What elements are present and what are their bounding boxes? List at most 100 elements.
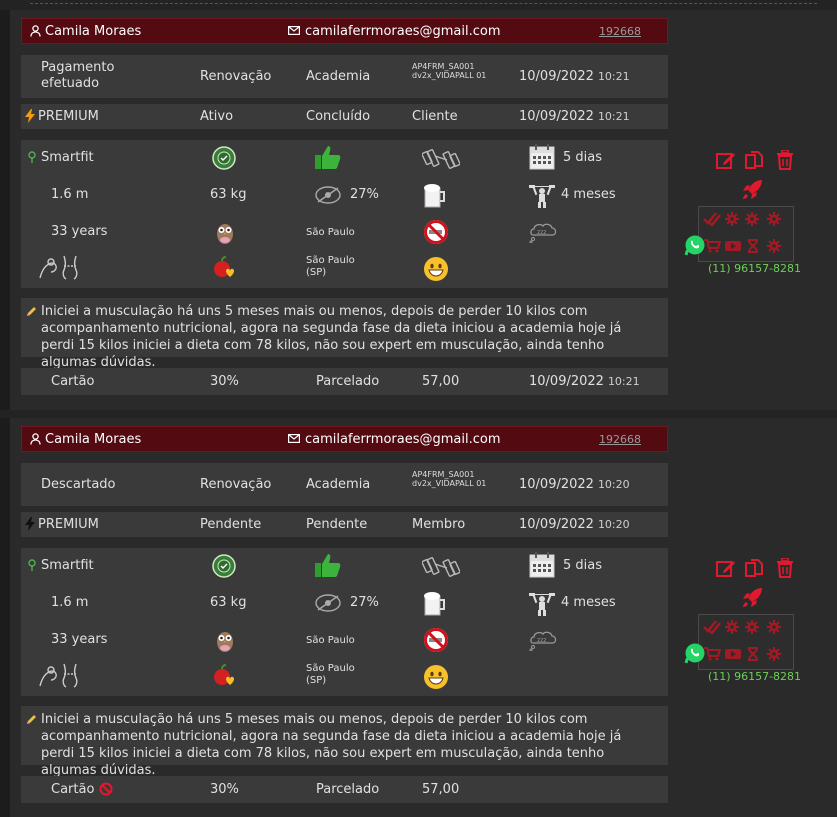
plan-time: 10:21 <box>597 110 630 123</box>
hourglass-icon[interactable] <box>747 239 759 253</box>
body-fat: 27% <box>350 187 379 202</box>
payment-amount: 57,00 <box>422 374 460 389</box>
payment-method: Cartão <box>51 374 95 389</box>
sleep-icon: zzz <box>529 629 557 651</box>
plan-row: PREMIUM Ativo Concluído Cliente 10/09/20… <box>21 104 668 129</box>
user-icon <box>30 25 41 37</box>
gear-icon[interactable] <box>767 212 781 226</box>
copy-icon[interactable] <box>744 150 764 170</box>
payment-mode: Parcelado <box>316 782 380 797</box>
location-pin-icon <box>28 559 36 571</box>
training-months: 4 meses <box>561 595 616 610</box>
svg-text:zzz: zzz <box>537 229 546 236</box>
owl-icon <box>215 220 235 246</box>
campaign-code: AP4FRM_SA001 dv2x_VIDAPALL 01 <box>412 470 487 488</box>
height-value: 1.6 m <box>51 595 89 610</box>
gear-icon[interactable] <box>767 620 781 634</box>
whatsapp-icon[interactable] <box>684 642 705 664</box>
svg-text:zzz: zzz <box>537 637 546 644</box>
beer-mug-icon <box>422 182 448 208</box>
copy-icon[interactable] <box>744 558 764 578</box>
plan-state: Pendente <box>200 517 262 532</box>
smile-emoji-icon <box>423 664 449 690</box>
no-smoking-icon <box>423 219 449 245</box>
dumbbell-icon <box>422 554 460 578</box>
status-time: 10:21 <box>597 70 630 83</box>
whatsapp-icon[interactable] <box>684 234 705 256</box>
body-measure-icon <box>38 662 80 688</box>
edit-icon[interactable] <box>716 558 736 578</box>
gear-icon[interactable] <box>767 239 781 253</box>
user-icon <box>30 433 41 445</box>
height-value: 1.6 m <box>51 187 89 202</box>
city: São Paulo <box>306 635 355 646</box>
lightning-icon <box>25 517 35 531</box>
location-pin-icon <box>28 151 36 163</box>
sleep-icon: zzz <box>529 221 557 243</box>
gear-icon[interactable] <box>767 647 781 661</box>
status-time: 10:20 <box>597 478 630 491</box>
apple-heart-icon <box>212 256 236 280</box>
weight-value: 63 kg <box>210 187 247 202</box>
client-id-link[interactable]: 192668 <box>599 433 641 446</box>
plan-date: 10/09/2022 <box>519 517 594 532</box>
city: São Paulo <box>306 227 355 238</box>
video-icon[interactable] <box>724 239 742 253</box>
duration-days: 5 dias <box>563 558 603 573</box>
body-fat: 27% <box>350 595 379 610</box>
payment-row: Cartão 30% Parcelado 57,00 <box>21 776 668 803</box>
envelope-icon <box>288 26 300 35</box>
tag-grid <box>698 206 794 262</box>
status-date: 10/09/2022 <box>519 477 594 492</box>
place: Academia <box>306 477 371 492</box>
comment-text: Iniciei a musculação há uns 5 meses mais… <box>41 712 622 778</box>
payment-time: 10:21 <box>607 375 640 388</box>
thumbs-up-icon <box>314 144 342 170</box>
gear-icon[interactable] <box>745 212 759 226</box>
plan-name: PREMIUM <box>38 517 99 532</box>
double-check-icon[interactable] <box>703 620 721 634</box>
client-email: camilaferrmoraes@gmail.com <box>305 24 501 39</box>
payment-row: Cartão 30% Parcelado 57,00 10/09/2022 10:… <box>21 368 668 395</box>
approved-seal-icon <box>212 146 236 170</box>
age-value: 33 years <box>51 632 108 647</box>
status-row: Pagamento efetuado Renovação Academia AP… <box>21 55 668 98</box>
renewal-type: Renovação <box>200 477 272 492</box>
profile-block: Smartfit 5 dias 1.6 m 63 kg 27% 4 meses … <box>21 548 668 696</box>
comment-box: Iniciei a musculação há uns 5 meses mais… <box>21 706 668 778</box>
payment-date: 10/09/2022 <box>529 374 604 389</box>
training-months: 4 meses <box>561 187 616 202</box>
hourglass-icon[interactable] <box>747 647 759 661</box>
phone-number[interactable]: (11) 96157-8281 <box>708 262 801 275</box>
apple-heart-icon <box>212 664 236 688</box>
body-fat-icon <box>314 184 342 206</box>
double-check-icon[interactable] <box>703 212 721 226</box>
client-name: Camila Moraes <box>45 24 142 39</box>
edit-icon[interactable] <box>716 150 736 170</box>
gear-icon[interactable] <box>725 212 739 226</box>
payment-mode: Parcelado <box>316 374 380 389</box>
plan-progress: Concluído <box>306 109 371 124</box>
client-name: Camila Moraes <box>45 432 142 447</box>
client-id-link[interactable]: 192668 <box>599 25 641 38</box>
pencil-icon <box>26 714 37 725</box>
rocket-icon[interactable] <box>740 586 762 607</box>
video-icon[interactable] <box>724 647 742 661</box>
smile-emoji-icon <box>423 256 449 282</box>
trash-icon[interactable] <box>776 558 796 578</box>
plan-time: 10:20 <box>597 518 630 531</box>
pencil-icon <box>26 306 37 317</box>
payment-status: Pagamento efetuado <box>41 60 115 91</box>
gear-icon[interactable] <box>745 620 759 634</box>
plan-role: Membro <box>412 517 466 532</box>
rocket-icon[interactable] <box>740 178 762 199</box>
payment-discount: 30% <box>210 782 239 797</box>
phone-number[interactable]: (11) 96157-8281 <box>708 670 801 683</box>
city-state: São Paulo (SP) <box>306 255 355 278</box>
payment-status: Descartado <box>41 477 116 492</box>
campaign-code: AP4FRM_SA001 dv2x_VIDAPALL 01 <box>412 62 487 80</box>
trash-icon[interactable] <box>776 150 796 170</box>
tag-grid <box>698 614 794 670</box>
gear-icon[interactable] <box>725 620 739 634</box>
plan-state: Ativo <box>200 109 234 124</box>
